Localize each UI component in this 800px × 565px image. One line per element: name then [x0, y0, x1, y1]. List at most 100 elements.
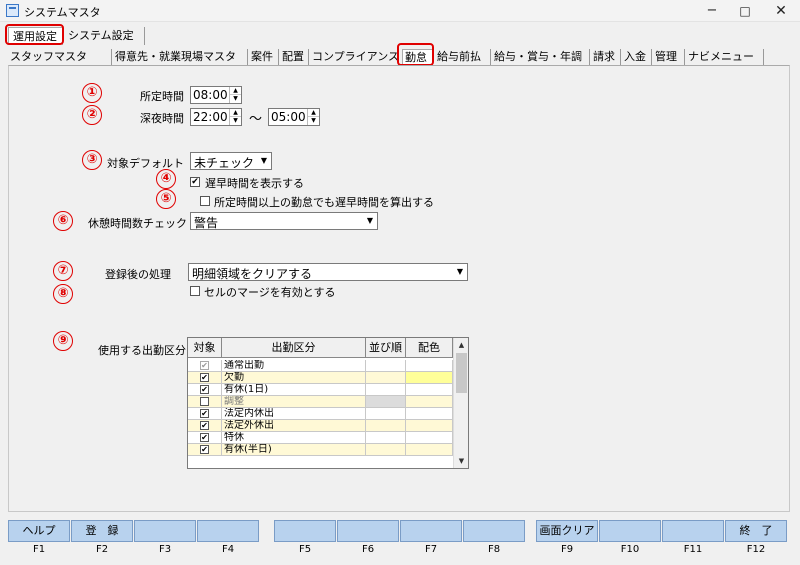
row-checkbox[interactable]: ✔	[200, 361, 209, 370]
subtab-kanri[interactable]: 管理	[655, 49, 685, 65]
spin-down-icon[interactable]: ▼	[230, 95, 241, 103]
subtab-nyukin[interactable]: 入金	[624, 49, 652, 65]
table-row[interactable]: ✔ 欠勤	[188, 372, 453, 384]
f3-button[interactable]	[134, 520, 196, 542]
table-row[interactable]: 調整	[188, 396, 453, 408]
f12-exit-button[interactable]: 終 了	[725, 520, 787, 542]
row-color-cell[interactable]	[406, 384, 453, 396]
f6-button[interactable]	[337, 520, 399, 542]
callout-badge-9: ⑨	[53, 331, 73, 351]
row-order-cell[interactable]	[366, 408, 406, 420]
chisou-jikan-checkbox[interactable]: ✔	[190, 177, 200, 187]
row-checkbox[interactable]: ✔	[200, 373, 209, 382]
shotei-ijo-checkbox[interactable]	[200, 196, 210, 206]
shukkin-kubun-label: 使用する出勤区分	[98, 344, 186, 357]
subtab-seikyu[interactable]: 請求	[593, 49, 621, 65]
shinya-jikan-label: 深夜時間	[140, 112, 184, 125]
f9-label: F9	[560, 544, 574, 555]
subtab-haichi[interactable]: 配置	[282, 49, 309, 65]
kyukei-check-label: 休憩時間数チェック	[88, 217, 187, 230]
cell-merge-label: セルのマージを有効とする	[204, 286, 336, 299]
row-color-cell[interactable]	[406, 432, 453, 444]
grid-header-kubun[interactable]: 出勤区分	[222, 338, 366, 358]
shotei-jikan-spinner[interactable]: 08:00 ▲ ▼	[190, 86, 242, 104]
f9-clear-screen-button[interactable]: 画面クリア	[536, 520, 598, 542]
cell-merge-checkbox[interactable]	[190, 286, 200, 296]
row-order-cell[interactable]	[366, 372, 406, 384]
table-row[interactable]: ✔ 有休(1日)	[188, 384, 453, 396]
row-order-cell[interactable]	[366, 444, 406, 456]
spin-up-icon[interactable]: ▲	[230, 87, 241, 95]
row-color-cell[interactable]	[406, 372, 453, 384]
row-kubun-name: 有休(半日)	[222, 444, 366, 456]
row-order-cell[interactable]	[366, 420, 406, 432]
kyukei-check-select[interactable]: 警告 ▼	[190, 212, 378, 230]
f5-button[interactable]	[274, 520, 336, 542]
taisho-default-select[interactable]: 未チェック ▼	[190, 152, 272, 170]
table-row[interactable]: ✔ 法定内休出	[188, 408, 453, 420]
row-order-cell[interactable]	[366, 384, 406, 396]
chevron-down-icon: ▼	[456, 267, 464, 276]
f2-register-button[interactable]: 登 録	[71, 520, 133, 542]
subtab-staff-master[interactable]: スタッフマスタ	[10, 49, 112, 65]
row-checkbox[interactable]: ✔	[200, 409, 209, 418]
row-checkbox[interactable]: ✔	[200, 433, 209, 442]
spin-up-icon[interactable]: ▲	[230, 109, 241, 117]
grid-header-color[interactable]: 配色	[406, 338, 453, 358]
grid-header-order[interactable]: 並び順	[366, 338, 406, 358]
row-checkbox[interactable]	[200, 397, 209, 406]
f1-help-button[interactable]: ヘルプ	[8, 520, 70, 542]
grid-vertical-scrollbar[interactable]: ▲ ▼	[453, 338, 468, 468]
scroll-thumb[interactable]	[456, 353, 467, 393]
scroll-up-icon[interactable]: ▲	[454, 338, 468, 352]
f4-label: F4	[221, 544, 235, 555]
row-color-cell[interactable]	[406, 408, 453, 420]
row-color-cell[interactable]	[406, 420, 453, 432]
shinya-start-value: 22:00	[193, 110, 228, 124]
table-row[interactable]: ✔ 通常出勤	[188, 360, 453, 372]
subtab-compliance[interactable]: コンプライアンス	[312, 49, 405, 65]
minimize-button[interactable]: −	[697, 1, 727, 21]
row-color-cell[interactable]	[406, 396, 453, 408]
subtab-anken[interactable]: 案件	[251, 49, 279, 65]
table-row[interactable]: ✔ 特休	[188, 432, 453, 444]
row-color-cell[interactable]	[406, 444, 453, 456]
toroku-go-shori-select[interactable]: 明細領域をクリアする ▼	[188, 263, 468, 281]
row-checkbox[interactable]: ✔	[200, 385, 209, 394]
shinya-start-spinner[interactable]: 22:00 ▲ ▼	[190, 108, 242, 126]
row-checkbox[interactable]: ✔	[200, 421, 209, 430]
function-key-bar: ヘルプ F1 登 録 F2 F3 F4 F5 F6 F7 F8 画面クリア F9 F1…	[8, 520, 790, 560]
row-color-cell[interactable]	[406, 360, 453, 372]
row-order-cell[interactable]	[366, 432, 406, 444]
subtab-tokuisaki-master[interactable]: 得意先・就業現場マスタ	[115, 49, 248, 65]
shinya-end-spinner[interactable]: 05:00 ▲ ▼	[268, 108, 320, 126]
row-order-cell[interactable]	[366, 360, 406, 372]
scroll-down-icon[interactable]: ▼	[454, 454, 468, 468]
shinya-end-value: 05:00	[271, 110, 306, 124]
close-button[interactable]: ✕	[766, 1, 796, 21]
tab-unyo-settei[interactable]: 運用設定	[8, 27, 63, 45]
row-checkbox[interactable]: ✔	[200, 445, 209, 454]
subtab-navi-menu[interactable]: ナビメニュー	[688, 49, 764, 65]
f4-button[interactable]	[197, 520, 259, 542]
spin-down-icon[interactable]: ▼	[230, 117, 241, 125]
row-order-cell[interactable]	[366, 396, 406, 408]
spin-up-icon[interactable]: ▲	[308, 109, 319, 117]
shukkin-kubun-grid[interactable]: 対象 出勤区分 並び順 配色 ✔ 通常出勤 ✔ 欠勤 ✔ 有休(1日) 調整 ✔…	[187, 337, 469, 469]
subtab-kyuyo-maebarai[interactable]: 給与前払	[437, 49, 491, 65]
f8-button[interactable]	[463, 520, 525, 542]
spin-down-icon[interactable]: ▼	[308, 117, 319, 125]
f11-button[interactable]	[662, 520, 724, 542]
tab-system-settei[interactable]: システム設定	[64, 27, 145, 45]
table-row[interactable]: ✔ 法定外休出	[188, 420, 453, 432]
f6-label: F6	[361, 544, 375, 555]
subtab-kyuyo-shoyo-nencho[interactable]: 給与・賞与・年調	[494, 49, 590, 65]
f10-button[interactable]	[599, 520, 661, 542]
table-row[interactable]: ✔ 有休(半日)	[188, 444, 453, 456]
subtab-kintai[interactable]: 勤怠	[402, 49, 433, 65]
row-kubun-name: 法定外休出	[222, 420, 366, 432]
grid-header-taisho[interactable]: 対象	[188, 338, 222, 358]
f7-button[interactable]	[400, 520, 462, 542]
callout-badge-5: ⑤	[156, 189, 176, 209]
maximize-button[interactable]: □	[730, 1, 760, 21]
